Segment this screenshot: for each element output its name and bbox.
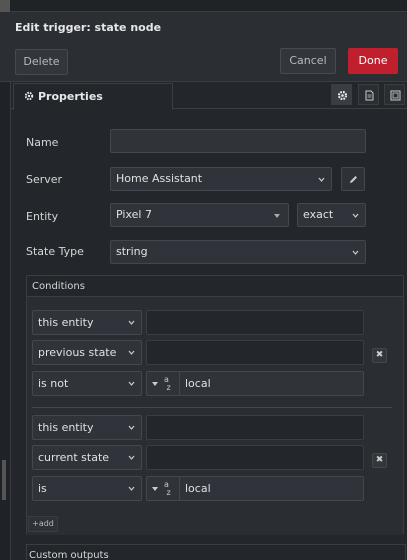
condition-value: local — [185, 377, 211, 390]
gear-icon — [337, 90, 348, 101]
condition-select-value: this entity — [38, 421, 94, 434]
entity-label: Entity — [26, 210, 59, 223]
done-button[interactable]: Done — [348, 48, 398, 74]
group-divider — [32, 407, 392, 408]
type-selector[interactable]: a z — [147, 372, 180, 395]
tab-properties[interactable]: Properties — [13, 83, 173, 110]
chevron-down-icon — [352, 250, 359, 255]
chevron-down-icon — [128, 425, 135, 430]
condition-select[interactable]: current state — [32, 445, 142, 470]
condition-select[interactable]: this entity — [32, 310, 142, 335]
condition-operator-value: is — [38, 482, 47, 495]
condition-operator-select[interactable]: is not — [32, 371, 142, 396]
top-strip — [0, 0, 407, 12]
tab-appearance[interactable] — [384, 84, 405, 105]
entity-input[interactable]: Pixel 7 — [110, 203, 289, 227]
dialog-content: Properties Name Server Home Assistant En… — [10, 82, 407, 560]
condition-select-value: previous state — [38, 346, 117, 359]
top-strip-stub — [0, 0, 10, 12]
custom-outputs-label: Custom outputs — [29, 550, 109, 560]
entity-match-value: exact — [303, 208, 334, 221]
server-value: Home Assistant — [116, 172, 203, 185]
chevron-down-icon — [128, 381, 135, 386]
tab-settings[interactable] — [331, 84, 352, 105]
condition-operator-select[interactable]: is — [32, 476, 142, 501]
description-icon — [365, 90, 374, 101]
tab-properties-label: Properties — [38, 90, 103, 103]
pencil-icon — [350, 176, 357, 183]
chevron-down-icon — [128, 486, 135, 491]
entity-match-select[interactable]: exact — [297, 203, 366, 227]
remove-condition-button[interactable]: ✖ — [372, 348, 387, 363]
cancel-button[interactable]: Cancel — [280, 48, 336, 74]
conditions-list: this entity previous state ✖ is not a z … — [27, 296, 403, 535]
state-type-select[interactable]: string — [110, 240, 366, 264]
chevron-down-icon — [128, 320, 135, 325]
chevron-down-icon — [318, 177, 325, 182]
dialog-title: Edit trigger: state node — [15, 21, 162, 34]
name-label: Name — [26, 136, 59, 149]
delete-button[interactable]: Delete — [15, 49, 68, 75]
dropdown-caret-icon — [152, 382, 158, 386]
dialog-header: Edit trigger: state node — [0, 12, 407, 40]
condition-select-value: this entity — [38, 316, 94, 329]
condition-value-input[interactable] — [146, 340, 364, 365]
server-label: Server — [26, 173, 63, 186]
condition-operator-value: is not — [38, 377, 69, 390]
condition-select[interactable]: previous state — [32, 340, 142, 365]
name-input[interactable] — [110, 129, 366, 153]
server-select[interactable]: Home Assistant — [110, 167, 332, 191]
edit-server-button[interactable] — [341, 167, 365, 191]
remove-condition-button[interactable]: ✖ — [372, 453, 387, 468]
condition-select-value: current state — [38, 451, 110, 464]
entity-value: Pixel 7 — [116, 208, 152, 221]
appearance-icon — [390, 90, 401, 101]
dropdown-caret-icon — [274, 214, 280, 218]
condition-typed-input[interactable]: a z local — [146, 476, 364, 501]
state-type-value: string — [116, 245, 148, 258]
type-selector[interactable]: a z — [147, 477, 180, 500]
tab-description[interactable] — [358, 84, 379, 105]
dialog-toolbar: Delete Cancel Done — [0, 40, 407, 82]
conditions-label: Conditions — [32, 281, 85, 292]
state-type-label: State Type — [26, 245, 84, 258]
conditions-panel: Conditions this entity previous state ✖ … — [26, 275, 404, 535]
chevron-down-icon — [128, 350, 135, 355]
condition-select[interactable]: this entity — [32, 415, 142, 440]
condition-value-input[interactable] — [146, 310, 364, 335]
condition-value: local — [185, 482, 211, 495]
add-condition-button[interactable]: +add — [28, 516, 58, 532]
gear-icon — [24, 91, 34, 101]
string-type-icon: a z — [164, 375, 171, 392]
string-type-icon: a z — [164, 480, 171, 497]
resize-handle[interactable] — [2, 460, 6, 500]
tab-bar: Properties — [11, 82, 407, 110]
condition-value-input[interactable] — [146, 445, 364, 470]
dropdown-caret-icon — [152, 487, 158, 491]
condition-typed-input[interactable]: a z local — [146, 371, 364, 396]
condition-value-input[interactable] — [146, 415, 364, 440]
chevron-down-icon — [128, 455, 135, 460]
chevron-down-icon — [352, 213, 359, 218]
